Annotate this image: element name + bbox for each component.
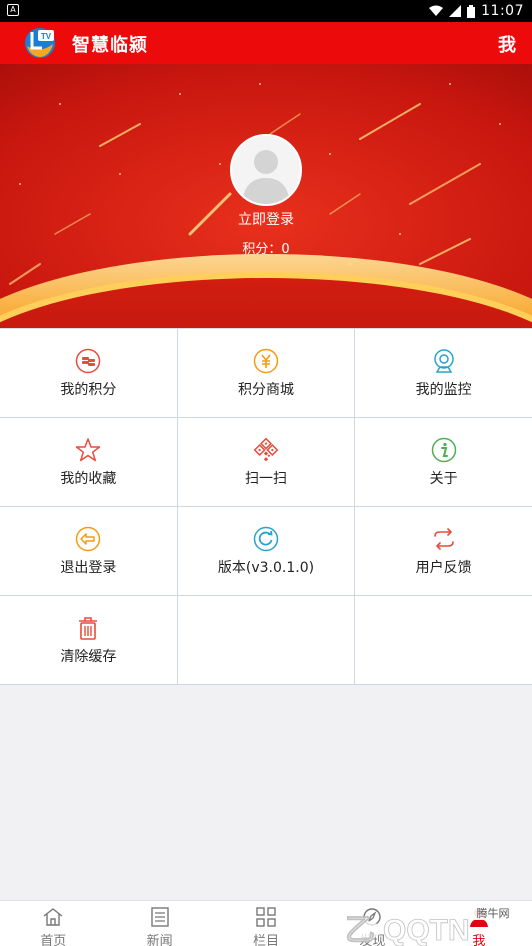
trash-icon: [79, 617, 98, 640]
grid-label: 我的收藏: [60, 471, 117, 487]
app-bar: TV 智慧临颍 我: [0, 22, 532, 64]
refresh-icon: [253, 526, 279, 552]
my-points-button[interactable]: 我的积分: [0, 329, 178, 417]
info-icon: [431, 437, 456, 463]
tab-label: 首页: [40, 934, 67, 946]
user-feedback-button[interactable]: 用户反馈: [355, 507, 532, 595]
logout-arrow-icon: [76, 526, 101, 552]
signal-icon: [449, 5, 462, 17]
grid-label: 我的监控: [415, 382, 472, 398]
grid-label: 关于: [429, 471, 458, 487]
exchange-icon: [433, 528, 454, 550]
empty-cell: [177, 596, 356, 684]
grid-row: 清除缓存: [0, 596, 532, 685]
home-icon: [43, 908, 63, 926]
grid-label: 清除缓存: [60, 649, 117, 665]
default-avatar-icon: [232, 136, 300, 204]
profile-banner: 立即登录 积分：0: [0, 64, 532, 328]
scan-button[interactable]: 扫一扫: [177, 418, 356, 506]
yen-coin-icon: [253, 348, 279, 374]
tab-news[interactable]: 新闻: [106, 901, 212, 946]
watermark-logo: 腾牛网 乙 QQTN: [334, 906, 518, 946]
grid-row: 我的收藏 扫一扫 关于: [0, 418, 532, 507]
grid-label: 退出登录: [60, 560, 117, 576]
svg-text:TV: TV: [41, 32, 52, 41]
news-icon: [150, 907, 169, 927]
svg-text:QQTN: QQTN: [383, 914, 470, 946]
svg-text:腾牛网: 腾牛网: [477, 906, 510, 920]
grid-label: 版本(v3.0.1.0): [217, 560, 315, 576]
app-title: 智慧临颍: [72, 35, 148, 56]
empty-cell: [355, 596, 532, 684]
my-favorites-button[interactable]: 我的收藏: [0, 418, 178, 506]
qr-code-icon: [253, 437, 279, 462]
coins-icon: [76, 348, 101, 374]
grid-icon: [256, 907, 276, 927]
header-me-label: 我: [498, 35, 516, 56]
version-button[interactable]: 版本(v3.0.1.0): [177, 507, 356, 595]
grid-row: 退出登录 版本(v3.0.1.0) 用户反馈: [0, 507, 532, 596]
about-button[interactable]: 关于: [355, 418, 532, 506]
logout-button[interactable]: 退出登录: [0, 507, 178, 595]
status-bar: A 11:07: [0, 0, 532, 22]
clear-cache-button[interactable]: 清除缓存: [0, 596, 178, 684]
my-monitor-button[interactable]: 我的监控: [355, 329, 532, 417]
feature-grid: 我的积分 积分商城 我的监控 我的收藏 扫一扫 关于 退出登录 版本(v3.0.…: [0, 328, 532, 685]
avatar[interactable]: [230, 134, 302, 206]
grid-label: 积分商城: [238, 382, 294, 398]
clock: 11:07: [481, 3, 524, 19]
wifi-icon: [429, 5, 444, 16]
notification-icon: A: [7, 4, 19, 16]
grid-row: 我的积分 积分商城 我的监控: [0, 329, 532, 418]
grid-label: 我的积分: [60, 382, 117, 398]
tab-columns[interactable]: 栏目: [213, 901, 319, 946]
battery-icon: [467, 4, 476, 18]
points-mall-button[interactable]: 积分商城: [177, 329, 356, 417]
svg-text:乙: 乙: [345, 913, 375, 946]
tab-label: 栏目: [253, 934, 280, 946]
app-logo: TV: [25, 28, 55, 58]
tab-label: 新闻: [146, 934, 173, 946]
login-link[interactable]: 立即登录: [0, 209, 532, 229]
points-label: 积分：0: [242, 242, 290, 257]
star-icon: [76, 438, 101, 462]
grid-label: 用户反馈: [415, 560, 472, 576]
webcam-icon: [433, 349, 454, 373]
grid-label: 扫一扫: [245, 471, 287, 487]
tab-home[interactable]: 首页: [0, 901, 106, 946]
